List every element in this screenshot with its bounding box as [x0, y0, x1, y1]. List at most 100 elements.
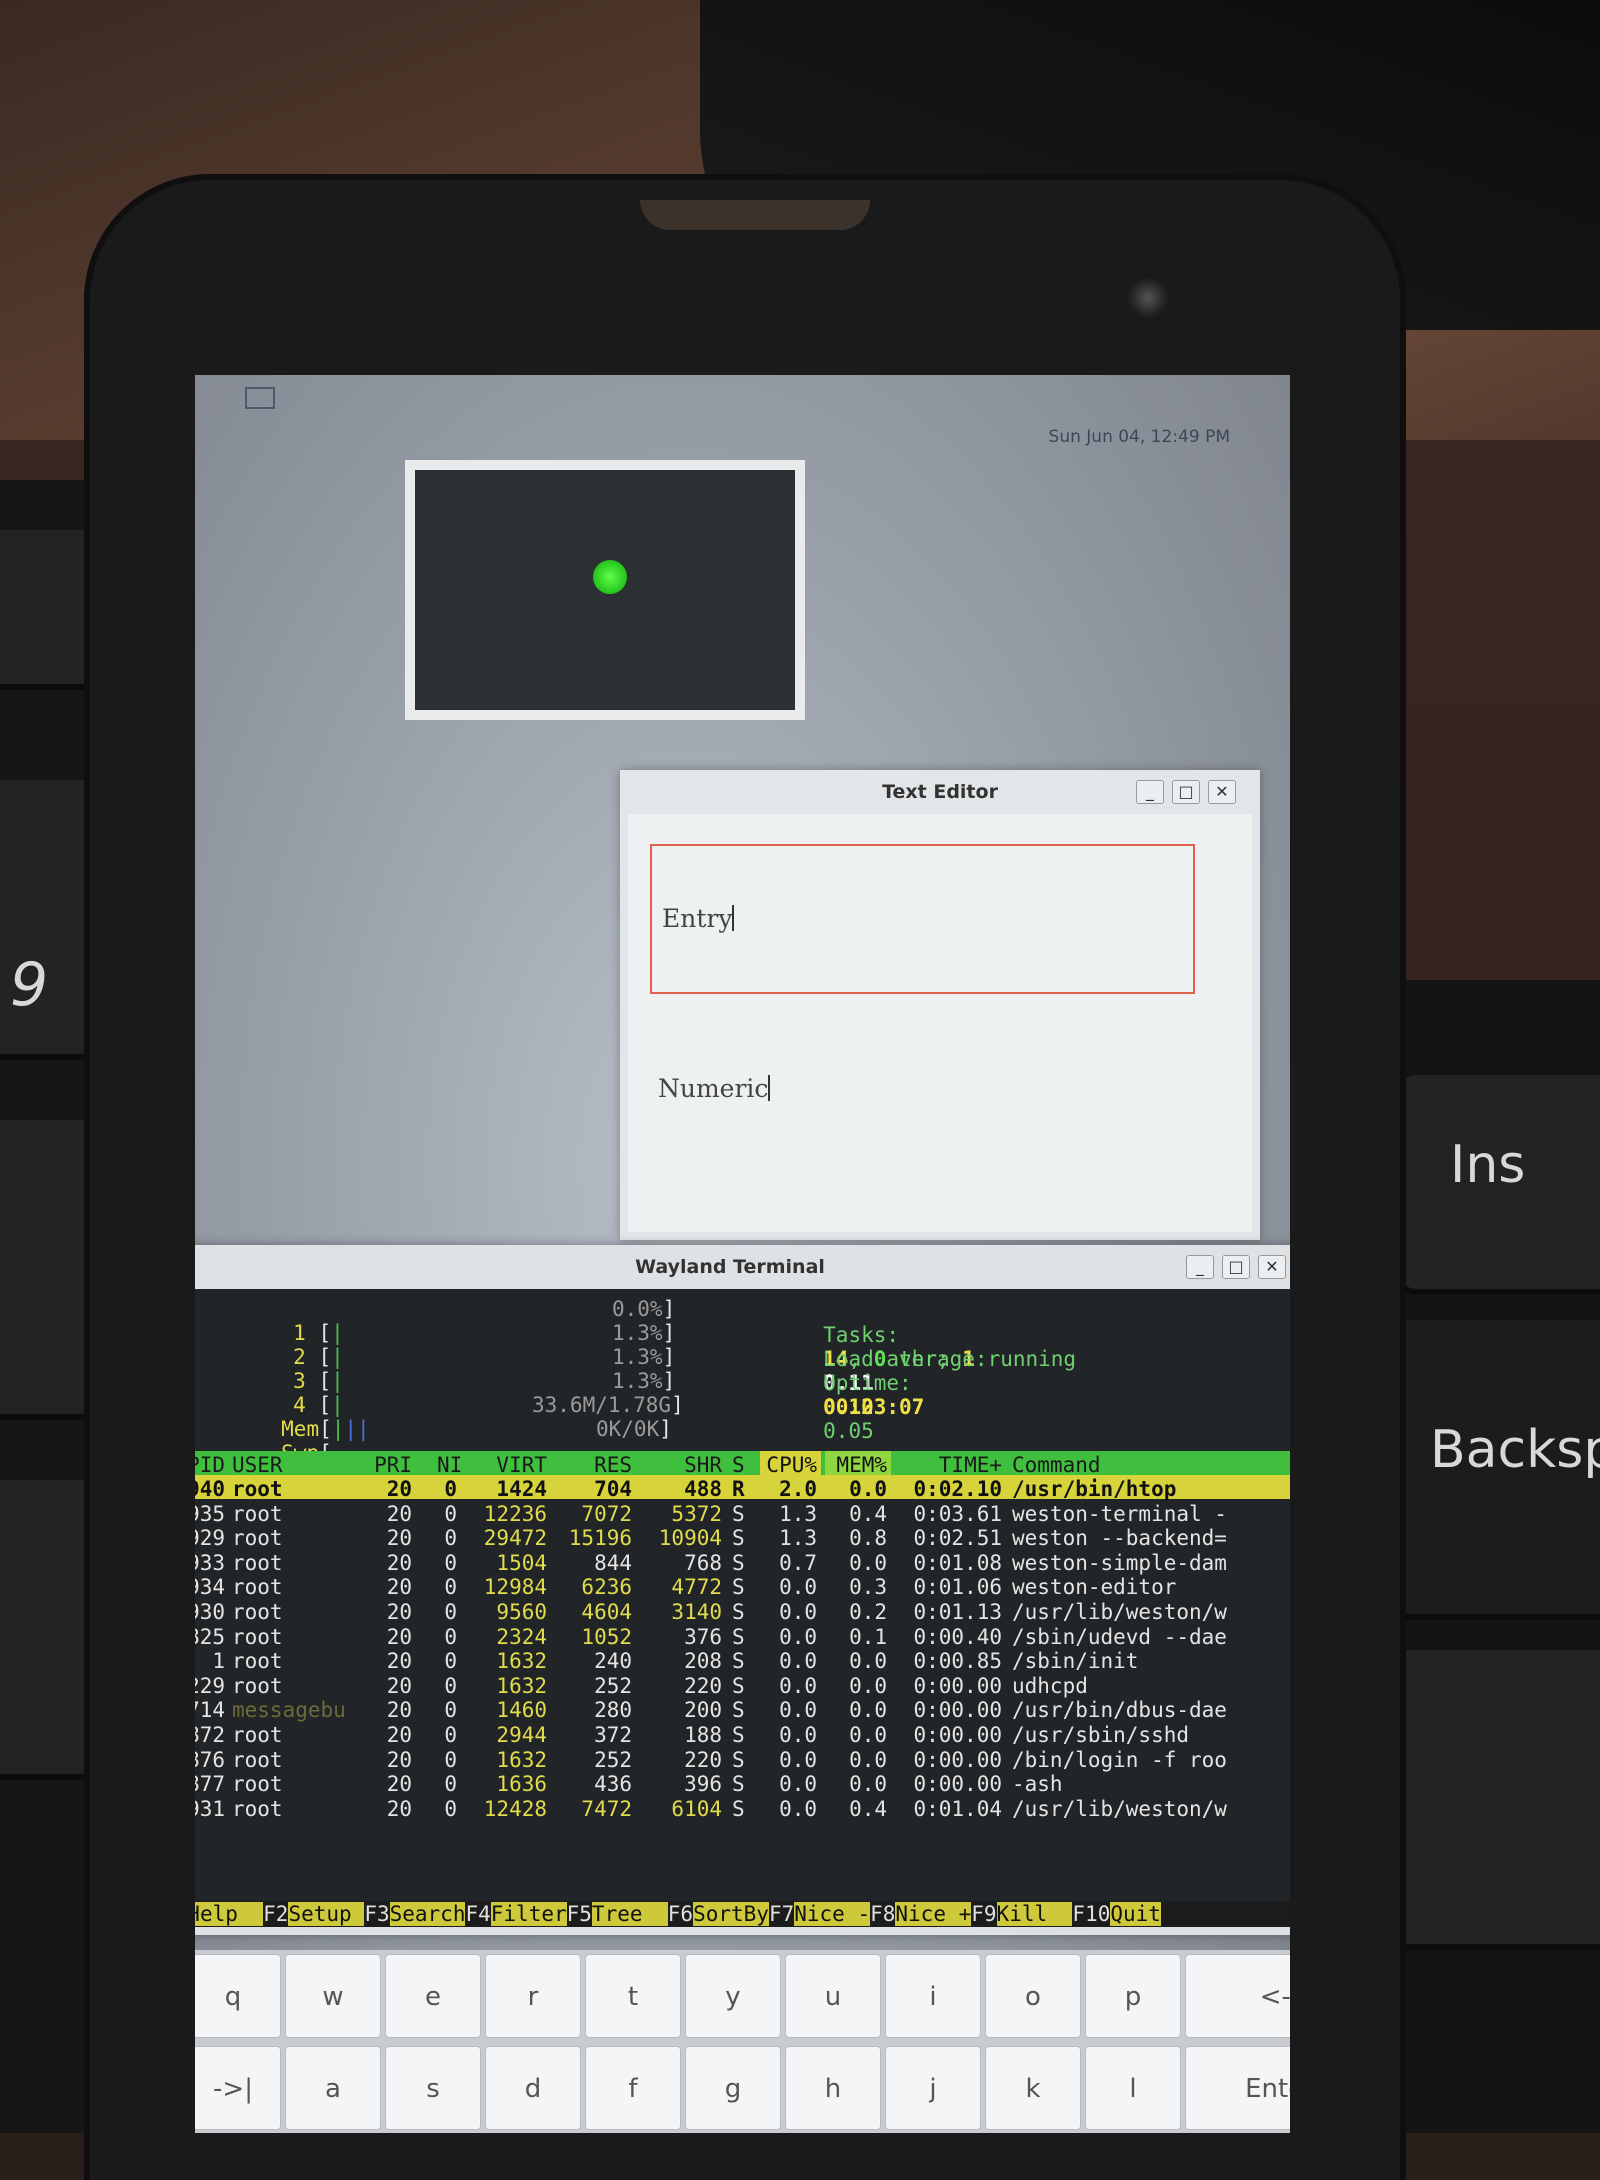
process-mem: 0.8 [849, 1526, 887, 1551]
osk-key-a[interactable]: a [285, 2046, 381, 2130]
process-pid: 877 [195, 1772, 225, 1797]
fkey-nice-button[interactable]: Nice + [895, 1902, 972, 1926]
laptop-key-backspace: ← Backsp [1360, 1320, 1600, 1620]
phone-screen: Sun Jun 04, 12:49 PM Text Editor _ □ ✕ E… [195, 375, 1290, 2133]
process-pri: 20 [386, 1550, 412, 1575]
process-user: root [232, 1673, 283, 1698]
osk-key-d[interactable]: d [485, 2046, 581, 2130]
on-screen-keyboard[interactable]: qwertyuiop<-- ->|asdfghjklEnter [195, 1950, 1290, 2133]
clock: Sun Jun 04, 12:49 PM [1048, 427, 1230, 447]
column-header-pri: PRI [374, 1453, 412, 1477]
process-shr: 396 [684, 1772, 722, 1797]
osk-key-f[interactable]: f [585, 2046, 681, 2130]
process-cmd: weston-simple-dam [1012, 1550, 1227, 1575]
phone-earpiece [640, 200, 870, 230]
process-virt: 1460 [496, 1698, 547, 1723]
osk-key-u[interactable]: u [785, 1954, 881, 2038]
process-mem: 0.1 [849, 1624, 887, 1649]
column-header-pid: PID [195, 1453, 225, 1477]
process-user: root [232, 1477, 283, 1501]
osk-key-l[interactable]: l [1085, 2046, 1181, 2130]
process-mem: 0.0 [849, 1550, 887, 1575]
close-button[interactable]: ✕ [1208, 780, 1236, 804]
osk-key-k[interactable]: k [985, 2046, 1081, 2130]
fkey-nice-button[interactable]: Nice - [794, 1902, 871, 1926]
osk-key-i[interactable]: i [885, 1954, 981, 2038]
minimize-button[interactable]: _ [1186, 1255, 1214, 1279]
process-mem: 0.2 [849, 1600, 887, 1624]
fkey-number: F10 [1072, 1902, 1111, 1926]
minimize-button[interactable]: _ [1136, 780, 1164, 804]
osk-key-p[interactable]: p [1085, 1954, 1181, 2038]
process-ni: 0 [444, 1624, 457, 1649]
fkey-sortby-button[interactable]: SortBy [693, 1902, 769, 1926]
numeric-field[interactable]: Numeric [658, 1074, 771, 1103]
fkey-setup-button[interactable]: Setup [288, 1902, 365, 1926]
process-res: 1052 [581, 1624, 632, 1649]
column-header-res: RES [594, 1453, 632, 1477]
osk-key-g[interactable]: g [685, 2046, 781, 2130]
osk-key-q[interactable]: q [195, 1954, 281, 2038]
process-s: S [732, 1501, 745, 1526]
osk-key-tab[interactable]: ->| [195, 2046, 281, 2130]
process-cmd: /bin/login -f roo [1012, 1747, 1227, 1772]
fkey-kill-button[interactable]: Kill [996, 1902, 1073, 1926]
cpu-meter-value: 1.3%] [612, 1345, 676, 1369]
process-pid: 933 [195, 1550, 225, 1575]
process-res: 240 [594, 1649, 632, 1674]
entry-field[interactable]: Entry [650, 844, 1195, 994]
process-cpu: 1.3 [779, 1526, 817, 1551]
fkey-search-button[interactable]: Search [389, 1902, 466, 1926]
simple-damage-window[interactable] [405, 460, 805, 720]
simple-damage-canvas [415, 470, 795, 710]
process-ni: 0 [444, 1477, 457, 1501]
fkey-number: F9 [971, 1902, 997, 1926]
osk-key-enter[interactable]: Enter [1185, 2046, 1290, 2130]
process-user: root [232, 1649, 283, 1674]
htop-function-bar[interactable]: F1Help F2Setup F3SearchF4FilterF5Tree F6… [195, 1901, 1290, 1927]
column-header-cpu: CPU% [766, 1453, 817, 1477]
process-ni: 0 [444, 1698, 457, 1723]
fkey-quit-button[interactable]: Quit [1110, 1902, 1161, 1926]
fkey-help-button[interactable]: Help [195, 1902, 264, 1926]
osk-key-t[interactable]: t [585, 1954, 681, 2038]
text-editor-window[interactable]: Text Editor _ □ ✕ Entry Numeric [620, 770, 1260, 1240]
fkey-number: F7 [768, 1902, 795, 1926]
process-pid: 935 [195, 1501, 225, 1526]
htop-screen[interactable]: 1 [| 2 [| 3 [| 4 [| Mem[||| Swp[ 0.0%] 1… [195, 1289, 1290, 1927]
close-button[interactable]: ✕ [1258, 1255, 1286, 1279]
maximize-button[interactable]: □ [1222, 1255, 1250, 1279]
process-virt: 1424 [496, 1477, 547, 1501]
process-pid: 872 [195, 1723, 225, 1747]
osk-key-backspace[interactable]: <-- [1185, 1954, 1290, 2038]
process-shr: 220 [684, 1747, 722, 1772]
fkey-filter-button[interactable]: Filter [490, 1902, 567, 1926]
column-header-user: USER [232, 1453, 283, 1477]
text-caret [732, 905, 735, 931]
process-time: 0:01.04 [913, 1796, 1002, 1821]
fkey-tree-button[interactable]: Tree [591, 1902, 668, 1926]
osk-key-r[interactable]: r [485, 1954, 581, 2038]
osk-key-s[interactable]: s [385, 2046, 481, 2130]
process-cmd: /usr/lib/weston/w [1012, 1796, 1227, 1821]
osk-key-j[interactable]: j [885, 2046, 981, 2130]
process-user: root [232, 1723, 283, 1747]
osk-key-e[interactable]: e [385, 1954, 481, 2038]
process-pri: 20 [386, 1526, 412, 1551]
osk-key-o[interactable]: o [985, 1954, 1081, 2038]
process-time: 0:00.00 [913, 1673, 1002, 1698]
terminal-window[interactable]: Wayland Terminal _ □ ✕ 1 [| 2 [| 3 [| 4 … [195, 1245, 1290, 1935]
osk-key-w[interactable]: w [285, 1954, 381, 2038]
osk-key-y[interactable]: y [685, 1954, 781, 2038]
process-res: 15196 [568, 1526, 632, 1551]
process-user: root [232, 1796, 283, 1821]
process-user: root [232, 1550, 283, 1575]
process-cpu: 0.7 [779, 1550, 817, 1575]
process-cpu: 0.0 [779, 1747, 817, 1772]
column-header-shr: SHR [684, 1453, 722, 1477]
osk-key-h[interactable]: h [785, 2046, 881, 2130]
process-shr: 6104 [671, 1796, 722, 1821]
maximize-button[interactable]: □ [1172, 780, 1200, 804]
process-cmd: weston-editor [1012, 1575, 1177, 1600]
terminal-launcher-icon[interactable] [245, 387, 275, 409]
